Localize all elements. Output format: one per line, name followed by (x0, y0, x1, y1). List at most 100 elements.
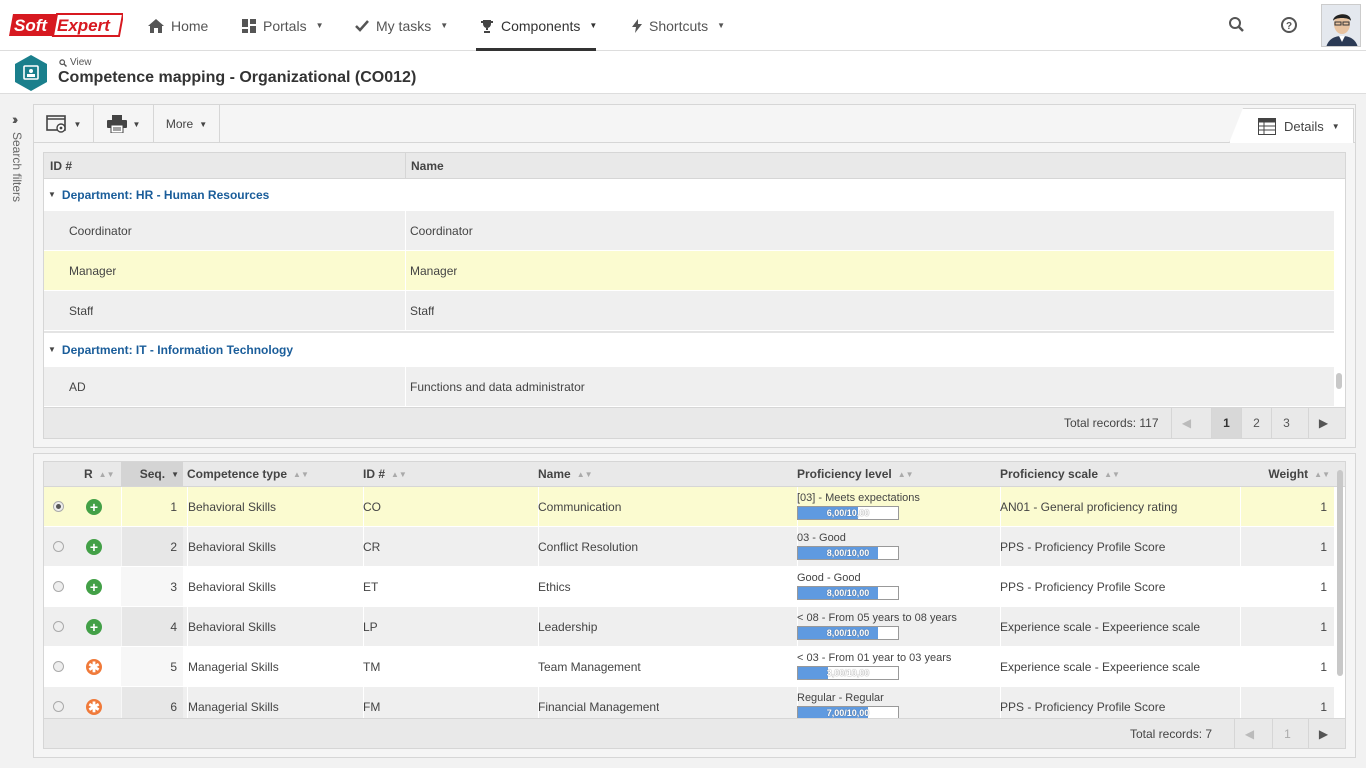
sort-icon: ▲▼ (576, 469, 593, 479)
page-1-button[interactable]: 1 (1211, 408, 1241, 438)
search-filters-toggle[interactable]: ›› Search filters (0, 104, 33, 768)
cell-seq: 5 (121, 647, 183, 686)
table-row[interactable]: ✱ 6 Managerial Skills FM Financial Managemen… (44, 687, 1334, 718)
search-icon[interactable] (1227, 15, 1247, 35)
radio-button[interactable] (53, 501, 64, 512)
cell-name: Coordinator (410, 223, 473, 238)
r-cell: + (86, 487, 102, 526)
column-header-proficiency-scale[interactable]: Proficiency scale ▲▼ (1000, 462, 1235, 486)
page-title: Competence mapping - Organizational (CO0… (58, 69, 417, 86)
cell-id: CR (363, 539, 381, 554)
help-icon[interactable]: ? (1279, 15, 1299, 35)
table-row-selected[interactable]: +1 Behavioral Skills CO Communication [03] -… (44, 487, 1334, 527)
user-avatar[interactable] (1321, 4, 1361, 47)
column-divider (405, 153, 406, 179)
group-label: Department: HR - Human Resources (61, 187, 270, 202)
row-radio[interactable] (53, 687, 67, 718)
row-radio[interactable] (53, 567, 67, 606)
column-header-r[interactable]: R ▲▼ (84, 462, 124, 486)
radio-button[interactable] (53, 541, 64, 552)
details-view-button[interactable]: Details ▼ (1229, 108, 1354, 143)
cell-weight: 1 (1320, 659, 1327, 674)
page-3-button[interactable]: 3 (1271, 408, 1301, 438)
table-row[interactable]: AD Functions and data administrator (44, 367, 1334, 407)
proficiency-bar-label: 7,00/10,00 (826, 708, 870, 718)
cell-proficiency-scale: Experience scale - Expeerience scale (1000, 659, 1201, 674)
more-button[interactable]: More ▼ (154, 105, 220, 143)
cell-seq: 3 (121, 567, 183, 606)
grid-body: ▼ Department: HR - Human Resources Coordi… (44, 179, 1334, 407)
collapse-triangle-icon[interactable]: ▼ (48, 190, 56, 199)
print-button[interactable]: ▼ (94, 105, 154, 143)
prev-page-icon[interactable]: ◀ (1171, 408, 1201, 438)
cell-weight: 1 (1320, 619, 1327, 634)
page-1-button[interactable]: 1 (1272, 719, 1302, 748)
total-records: Total records: 7 (1130, 726, 1213, 741)
svg-text:Soft: Soft (14, 16, 48, 35)
column-header-proficiency-level[interactable]: Proficiency level ▲▼ (797, 462, 992, 486)
nav-components[interactable]: Components ▼ (480, 0, 597, 51)
column-header-name[interactable]: Name ▲▼ (538, 462, 788, 486)
cell-competence-type: Behavioral Skills (188, 539, 277, 554)
table-row[interactable]: +3 Behavioral Skills ET Ethics Good - Good 8,… (44, 567, 1334, 607)
column-header-seq[interactable]: Seq. ▼ (121, 462, 183, 486)
cell-weight: 1 (1320, 539, 1327, 554)
vertical-scrollbar[interactable] (1337, 470, 1343, 676)
group-row[interactable]: ▼ Department: IT - Information Technology (44, 331, 1334, 367)
trophy-icon (481, 19, 493, 33)
nav-my-tasks[interactable]: My tasks ▼ (355, 0, 448, 51)
page-2-button[interactable]: 2 (1241, 408, 1271, 438)
cell-proficiency-level: Regular - Regular (797, 692, 884, 704)
next-page-icon[interactable]: ▶ (1308, 719, 1338, 748)
nav-portals[interactable]: Portals ▼ (242, 0, 324, 51)
table-row-selected[interactable]: Manager Manager (44, 251, 1334, 291)
organization-grid-panel: ▼ ▼ More ▼ Details ▼ ID # Name ▼ Departme… (33, 104, 1356, 448)
cell-id: TM (363, 659, 381, 674)
radio-button[interactable] (53, 621, 64, 632)
group-label: Department: IT - Information Technology (61, 342, 294, 357)
radio-button[interactable] (53, 701, 64, 712)
grid-footer: Total records: 117 ◀ 1 2 3 ▶ (44, 407, 1345, 438)
nav-portals-label: Portals (263, 17, 307, 34)
softexpert-logo[interactable]: Soft Expert (9, 12, 123, 38)
column-divider (405, 211, 406, 251)
prev-page-icon[interactable]: ◀ (1234, 719, 1264, 748)
collapse-triangle-icon[interactable]: ▼ (48, 345, 56, 354)
chevron-down-icon: ▼ (440, 21, 449, 30)
table-row[interactable]: +2 Behavioral Skills CR Conflict Resolution… (44, 527, 1334, 567)
page-header: View Competence mapping - Organizational… (0, 51, 1366, 94)
cell-seq: 6 (121, 687, 183, 718)
dashboard-icon (242, 18, 256, 33)
chevron-down-icon: ▼ (73, 119, 82, 129)
cell-proficiency-level: [03] - Meets expectations (797, 492, 920, 504)
radio-button[interactable] (53, 661, 64, 672)
view-button[interactable]: ▼ (34, 105, 94, 143)
radio-button[interactable] (53, 581, 64, 592)
table-row[interactable]: Coordinator Coordinator (44, 211, 1334, 251)
table-row[interactable]: Staff Staff (44, 291, 1334, 331)
competence-grid-panel: R ▲▼ Seq. ▼ Competence type ▲▼ ID # ▲▼ Name ▲… (33, 453, 1356, 758)
search-icon (59, 58, 67, 67)
table-row[interactable]: ✱ 5 Managerial Skills TM Team Management < 03… (44, 647, 1334, 687)
table-row[interactable]: +4 Behavioral Skills LP Leadership < 08 - Fr… (44, 607, 1334, 647)
sort-icon: ▲▼ (98, 469, 115, 479)
vertical-scrollbar[interactable] (1336, 373, 1342, 389)
plus-icon: + (86, 618, 102, 635)
nav-home[interactable]: Home (148, 0, 208, 51)
cell-competence-type: Behavioral Skills (188, 579, 277, 594)
row-radio[interactable] (53, 527, 67, 566)
row-radio[interactable] (53, 487, 67, 526)
column-header-id[interactable]: ID # ▲▼ (363, 462, 533, 486)
column-header-name-label: Name (538, 467, 571, 481)
column-header-weight[interactable]: Weight ▲▼ (1240, 462, 1330, 486)
nav-shortcuts[interactable]: Shortcuts ▼ (632, 0, 725, 51)
column-header-id[interactable]: ID # (50, 153, 400, 178)
column-header-name[interactable]: Name (411, 153, 761, 178)
column-header-type[interactable]: Competence type ▲▼ (187, 462, 357, 486)
cell-proficiency-level: < 03 - From 01 year to 03 years (797, 652, 952, 664)
group-row[interactable]: ▼ Department: HR - Human Resources (44, 179, 1334, 211)
home-icon (148, 18, 164, 33)
row-radio[interactable] (53, 607, 67, 646)
row-radio[interactable] (53, 647, 67, 686)
next-page-icon[interactable]: ▶ (1308, 408, 1338, 438)
